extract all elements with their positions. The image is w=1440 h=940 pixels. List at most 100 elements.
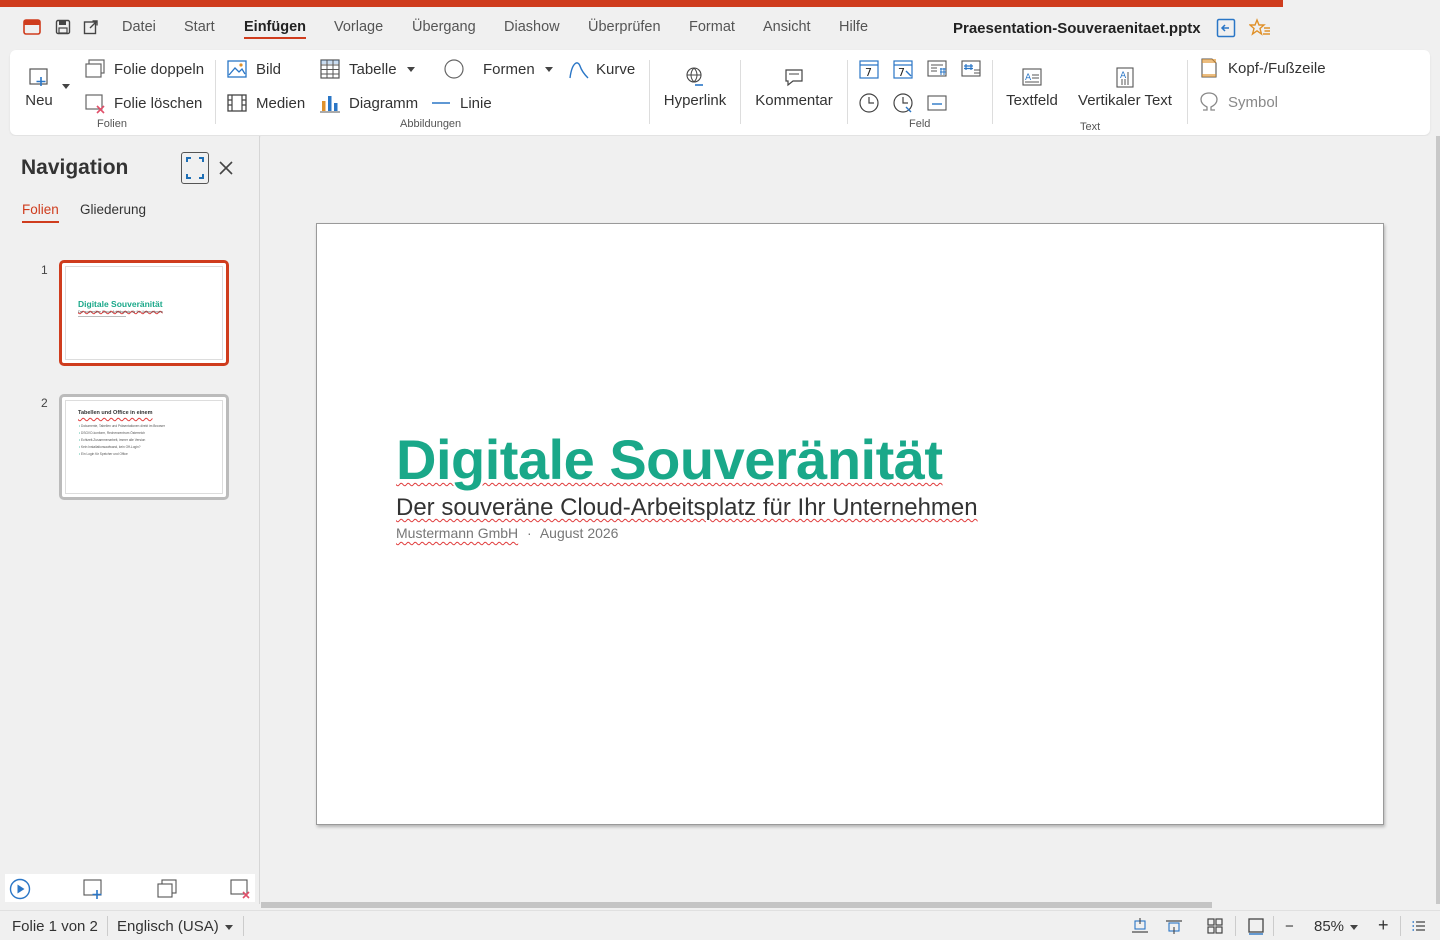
insert-textbox-button[interactable]: A Textfeld — [1006, 66, 1058, 109]
start-presentation-icon[interactable] — [9, 878, 31, 900]
slide-subtitle-text: Der souveräne Cloud-Arbeitsplatz für Ihr… — [396, 494, 978, 521]
delete-slide-icon — [85, 94, 105, 114]
close-icon[interactable] — [216, 158, 236, 178]
more-fields-icon[interactable] — [926, 92, 948, 114]
time-field-icon[interactable] — [858, 92, 880, 114]
thumb-bullet: Kein Installationsaufwand, kein Off-Logi… — [79, 444, 165, 451]
tab-folien[interactable]: Folien — [22, 202, 59, 223]
delete-slide-label: Folie löschen — [114, 94, 203, 112]
zoom-level: 85% — [1314, 918, 1345, 935]
menu-diashow[interactable]: Diashow — [504, 19, 560, 35]
group-label-folien: Folien — [97, 118, 127, 130]
zoom-level-selector[interactable]: 85% — [1314, 918, 1359, 935]
fullscreen-icon[interactable] — [181, 152, 209, 184]
omega-icon — [1200, 92, 1218, 111]
header-footer-button[interactable]: Kopf-/Fußzeile — [1198, 57, 1326, 79]
new-slide-button[interactable]: Neu — [23, 66, 55, 109]
table-dropdown-icon[interactable] — [406, 66, 415, 72]
header-footer-label: Kopf-/Fußzeile — [1228, 59, 1326, 77]
list-menu-icon[interactable] — [1410, 917, 1428, 935]
line-icon — [432, 102, 450, 104]
slide-editor[interactable]: Digitale Souveränität Der souveräne Clou… — [316, 223, 1384, 825]
slide-title[interactable]: Digitale Souveränität — [396, 427, 943, 492]
duplicate-slide-button[interactable]: Folie doppeln — [84, 58, 204, 80]
slide-meta-line[interactable]: Mustermann GmbH · August 2026 — [396, 525, 618, 541]
thumb-bullet: Echtzeit-Zusammenarbeit, immer alle Vers… — [79, 437, 165, 444]
app-logo-icon[interactable] — [22, 17, 42, 37]
add-slide-icon[interactable] — [82, 878, 104, 900]
insert-comment-button[interactable]: Kommentar — [754, 66, 834, 109]
duplicate-slide-label: Folie doppeln — [114, 60, 205, 78]
menu-datei[interactable]: Datei — [122, 19, 156, 35]
fit-page-icon[interactable] — [1165, 917, 1183, 935]
thumb-slide-subtitle: Der souveräne Cloud-Arbeitsplatz für Ihr… — [78, 310, 163, 314]
collapse-panel-icon[interactable] — [1216, 18, 1236, 38]
menu-ueberpruefen[interactable]: Überprüfen — [588, 19, 661, 35]
insert-image-label: Bild — [256, 60, 282, 78]
new-slide-dropdown-icon[interactable] — [62, 84, 70, 89]
slide-title-field-icon[interactable] — [926, 58, 948, 80]
language-label: Englisch (USA) — [117, 918, 219, 935]
group-label-text: Text — [1080, 121, 1101, 133]
slide-thumbnail-2[interactable]: Tabellen und Office in einem Dokumente, … — [59, 394, 229, 500]
slide-date: August 2026 — [539, 525, 619, 541]
slide-canvas-area: Digitale Souveränität Der souveräne Clou… — [261, 136, 1440, 908]
group-label-abbildungen: Abbildungen — [400, 118, 462, 130]
slide-subtitle[interactable]: Der souveräne Cloud-Arbeitsplatz für Ihr… — [396, 494, 978, 522]
menu-vorlage[interactable]: Vorlage — [334, 19, 383, 35]
single-slide-view-icon[interactable] — [1247, 917, 1265, 935]
shapes-dropdown-icon[interactable] — [544, 66, 553, 72]
navigation-panel: Navigation Folien Gliederung 1 Digitale … — [0, 136, 260, 904]
insert-line-button[interactable]: Linie — [430, 92, 492, 114]
insert-hyperlink-button[interactable]: Hyperlink — [663, 66, 727, 109]
fit-width-icon[interactable] — [1131, 917, 1149, 935]
insert-media-button[interactable]: Medien — [226, 92, 305, 114]
status-separator — [243, 916, 244, 936]
insert-media-label: Medien — [256, 94, 306, 112]
zoom-in-button[interactable]: + — [1378, 915, 1389, 936]
slide-thumbnail-1[interactable]: Digitale Souveränität Der souveräne Clou… — [59, 260, 229, 366]
insert-curve-button[interactable]: Kurve — [568, 58, 635, 80]
insert-vertical-text-button[interactable]: A Vertikaler Text — [1077, 66, 1173, 109]
date-fixed-field-icon[interactable]: 7 — [892, 58, 914, 80]
menu-format[interactable]: Format — [689, 19, 735, 35]
insert-image-button[interactable]: Bild — [226, 58, 281, 80]
zoom-out-button[interactable]: − — [1285, 918, 1294, 935]
document-title: Praesentation-Souveraenitaet.pptx — [953, 20, 1201, 37]
delete-slide-button[interactable]: Folie löschen — [84, 92, 202, 114]
duplicate-slide-icon[interactable] — [156, 878, 178, 900]
menu-hilfe[interactable]: Hilfe — [839, 19, 868, 35]
thumb-bullet-list: Dokumente, Tabellen und Präsentationen d… — [79, 423, 165, 458]
shapes-icon — [444, 59, 464, 79]
grid-view-icon[interactable] — [1206, 917, 1224, 935]
menu-start[interactable]: Start — [184, 19, 215, 35]
vertical-scrollbar[interactable] — [1436, 136, 1440, 904]
menu-einfuegen[interactable]: Einfügen — [244, 19, 307, 39]
insert-shapes-button[interactable]: Formen — [443, 58, 553, 80]
language-dropdown-icon — [224, 924, 233, 930]
open-external-icon[interactable] — [81, 17, 101, 37]
zoom-dropdown-icon — [1350, 924, 1359, 930]
language-selector[interactable]: Englisch (USA) — [117, 918, 233, 935]
insert-symbol-button[interactable]: Symbol — [1198, 91, 1278, 113]
horizontal-scrollbar[interactable] — [261, 902, 1212, 908]
insert-symbol-label: Symbol — [1228, 93, 1279, 111]
menu-uebergang[interactable]: Übergang — [412, 19, 476, 35]
tab-gliederung[interactable]: Gliederung — [80, 202, 146, 217]
insert-chart-button[interactable]: Diagramm — [319, 92, 418, 114]
slide-thumb-number: 2 — [41, 396, 48, 410]
thumb-meta-line — [78, 316, 126, 317]
slide-number-field-icon[interactable] — [960, 58, 982, 80]
time-fixed-field-icon[interactable] — [892, 92, 914, 114]
date-field-icon[interactable]: 7 — [858, 58, 880, 80]
star-icon[interactable] — [1248, 18, 1270, 38]
delete-slide-icon[interactable] — [229, 878, 251, 900]
menu-ansicht[interactable]: Ansicht — [763, 19, 811, 35]
new-slide-icon — [29, 68, 48, 86]
status-separator — [107, 916, 108, 936]
save-icon[interactable] — [53, 17, 73, 37]
status-separator — [1235, 916, 1236, 936]
thumb-slide-title: Tabellen und Office in einem — [78, 410, 153, 416]
insert-table-button[interactable]: Tabelle — [319, 58, 415, 80]
ribbon-separator — [215, 60, 216, 124]
